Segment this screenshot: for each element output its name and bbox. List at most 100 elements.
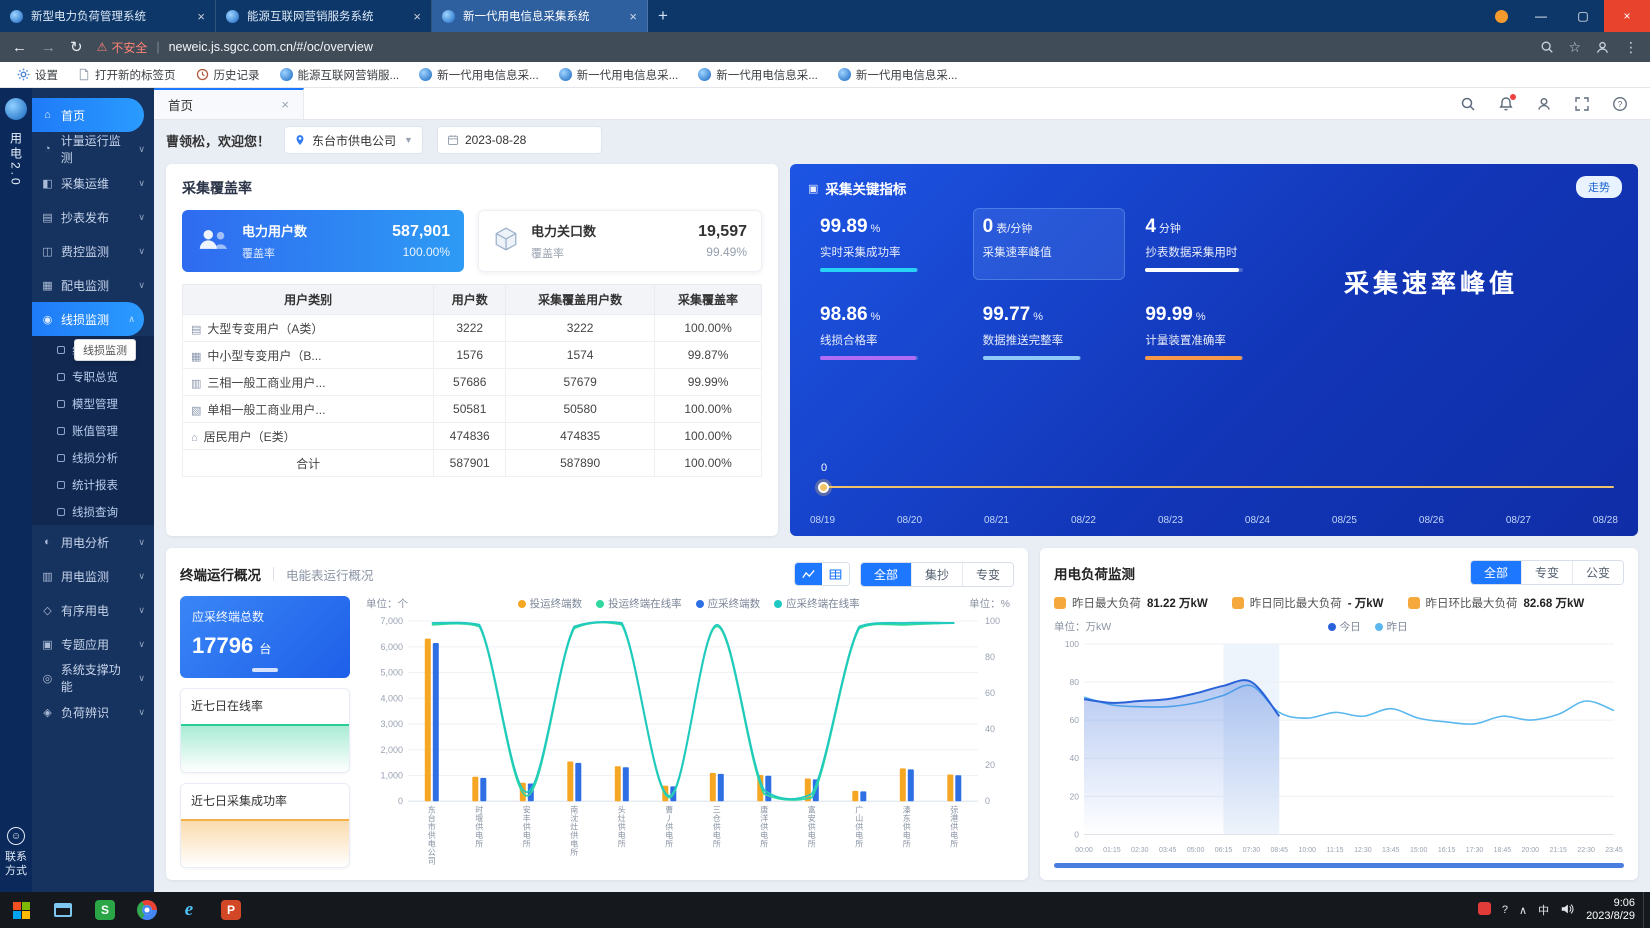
legend-item[interactable]: 投运终端数 (518, 596, 583, 611)
taskbar-app-window[interactable] (42, 892, 84, 928)
legend-item[interactable]: 投运终端在线率 (596, 596, 682, 611)
forward-button[interactable]: → (41, 39, 56, 56)
sidebar-subitem-1[interactable]: 专职总览 (32, 363, 154, 390)
taskbar-app-wps[interactable]: S (84, 892, 126, 928)
sidebar-item-11[interactable]: ◎系统支撑功能∨ (32, 661, 154, 695)
sidebar-item-10[interactable]: ▣专题应用∨ (32, 627, 154, 661)
terminal-total-card[interactable]: 应采终端总数 17796 台 (180, 596, 350, 678)
page-tab-close-icon[interactable]: × (281, 97, 289, 112)
sidebar-subitem-6[interactable]: 线损查询 (32, 498, 154, 525)
show-desktop-button[interactable] (1643, 892, 1650, 928)
trend-button[interactable]: 走势 (1576, 176, 1622, 198)
back-button[interactable]: ← (12, 39, 27, 56)
tray-item-help[interactable]: ? (1502, 904, 1508, 916)
browser-tab[interactable]: 能源互联网营销服务系统× (216, 0, 432, 32)
refresh-button[interactable]: ↻ (70, 38, 83, 56)
taskbar-app-start[interactable] (0, 892, 42, 928)
browser-tab[interactable]: 新一代用电信息采集系统× (432, 0, 648, 32)
browser-menu-icon[interactable]: ⋮ (1624, 39, 1638, 56)
sidebar-item-0[interactable]: ⌂首页 (32, 98, 144, 132)
tray-item-caret-up[interactable]: ∧ (1519, 904, 1527, 917)
sidebar-item-1[interactable]: ◔计量运行监测∨ (32, 132, 154, 166)
address-bar[interactable]: ⚠不安全 | neweic.js.sgcc.com.cn/#/oc/overvi… (97, 39, 1527, 56)
bookmark-item[interactable]: 能源互联网营销服... (271, 65, 409, 85)
bookmark-item[interactable]: 历史记录 (187, 65, 269, 85)
org-select[interactable]: 东台市供电公司 ▼ (284, 126, 423, 154)
chart-zoom-slider[interactable] (1054, 863, 1624, 868)
trend-point[interactable] (818, 482, 829, 493)
segment-专变[interactable]: 专变 (962, 563, 1013, 586)
taskbar-app-ppt[interactable]: P (210, 892, 252, 928)
tab-meter-overview[interactable]: 电能表运行概况 (286, 565, 374, 584)
success-rate-card[interactable]: 近七日采集成功率 (180, 783, 350, 868)
segment-全部[interactable]: 全部 (1471, 561, 1521, 584)
new-tab-button[interactable]: + (648, 0, 678, 32)
tray-item-ime[interactable]: 中 (1538, 902, 1549, 918)
kpi-metric[interactable]: 0表/分钟采集速率峰值 (973, 208, 1126, 280)
chart-view-button[interactable] (795, 563, 822, 585)
fullscreen-icon[interactable] (1574, 96, 1590, 112)
kpi-metric[interactable]: 99.77%数据推送完整率 (973, 296, 1126, 368)
zoom-icon[interactable] (1540, 40, 1554, 54)
segment-公变[interactable]: 公变 (1572, 561, 1623, 584)
sidebar-item-9[interactable]: ◇有序用电∨ (32, 593, 154, 627)
kpi-metric[interactable]: 4分钟抄表数据采集用时 (1135, 208, 1288, 280)
sidebar-item-5[interactable]: ▦配电监测∨ (32, 268, 154, 302)
power-gateways-card[interactable]: 电力关口数 覆盖率 19,597 99.49% (478, 210, 762, 272)
sidebar-subitem-4[interactable]: 线损分析 (32, 444, 154, 471)
page-tab-home[interactable]: 首页 × (154, 88, 304, 119)
tab-close-icon[interactable]: × (197, 9, 205, 24)
user-icon[interactable] (1536, 96, 1552, 112)
bookmark-item[interactable]: 设置 (8, 65, 67, 85)
taskbar-app-chrome[interactable] (126, 892, 168, 928)
browser-update-icon[interactable] (1495, 10, 1508, 23)
sidebar-item-2[interactable]: ◧采集运维∨ (32, 166, 154, 200)
window-close-button[interactable]: × (1604, 0, 1650, 32)
profile-avatar-icon[interactable] (1595, 40, 1610, 55)
tab-terminal-overview[interactable]: 终端运行概况 (180, 564, 261, 584)
search-icon[interactable] (1460, 96, 1476, 112)
power-users-card[interactable]: 电力用户数 覆盖率 587,901 100.00% (182, 210, 464, 272)
sidebar-item-8[interactable]: ▥用电监测∨ (32, 559, 154, 593)
sidebar-subitem-2[interactable]: 模型管理 (32, 390, 154, 417)
legend-item[interactable]: 应采终端在线率 (774, 596, 860, 611)
taskbar-app-ie[interactable]: e (168, 892, 210, 928)
sidebar-item-6[interactable]: ◉线损监测∧ (32, 302, 144, 336)
sidebar-item-7[interactable]: ◐用电分析∨ (32, 525, 154, 559)
tab-close-icon[interactable]: × (413, 9, 421, 24)
kpi-metric[interactable]: 98.86%线损合格率 (810, 296, 963, 368)
kpi-metric[interactable]: 99.99%计量装置准确率 (1135, 296, 1288, 368)
segment-全部[interactable]: 全部 (861, 563, 911, 586)
notification-bell-icon[interactable] (1498, 96, 1514, 112)
bookmark-item[interactable]: 新一代用电信息采... (689, 65, 827, 85)
sidebar-item-4[interactable]: ◫费控监测∨ (32, 234, 154, 268)
contact-block[interactable]: ☺ 联系方式 (4, 827, 28, 878)
legend-item[interactable]: 今日 (1328, 619, 1361, 634)
tab-close-icon[interactable]: × (629, 9, 637, 24)
sidebar-subitem-3[interactable]: 账值管理 (32, 417, 154, 444)
tray-item-red-app[interactable] (1478, 902, 1491, 918)
bookmark-item[interactable]: 新一代用电信息采... (550, 65, 688, 85)
kpi-metric[interactable]: 99.89%实时采集成功率 (810, 208, 963, 280)
window-minimize-button[interactable]: — (1520, 0, 1562, 32)
sidebar-subitem-0[interactable]: 线损总览线损监测 (32, 336, 154, 363)
tray-item-volume[interactable] (1560, 902, 1574, 919)
help-icon[interactable]: ? (1612, 96, 1628, 112)
date-picker[interactable]: 2023-08-28 (437, 126, 602, 154)
sidebar-item-3[interactable]: ▤抄表发布∨ (32, 200, 154, 234)
bookmark-item[interactable]: 新一代用电信息采... (829, 65, 967, 85)
bookmark-item[interactable]: 新一代用电信息采... (410, 65, 548, 85)
online-rate-card[interactable]: 近七日在线率 (180, 688, 350, 773)
segment-集抄[interactable]: 集抄 (911, 563, 962, 586)
legend-item[interactable]: 昨日 (1375, 619, 1408, 634)
table-view-button[interactable] (822, 563, 849, 585)
window-maximize-button[interactable]: ▢ (1562, 0, 1604, 32)
sidebar-subitem-5[interactable]: 统计报表 (32, 471, 154, 498)
browser-tab[interactable]: 新型电力负荷管理系统× (0, 0, 216, 32)
segment-专变[interactable]: 专变 (1521, 561, 1572, 584)
security-warning[interactable]: ⚠不安全 (97, 39, 148, 56)
sidebar-item-12[interactable]: ◈负荷辨识∨ (32, 695, 154, 729)
bookmark-star-icon[interactable]: ☆ (1568, 39, 1581, 56)
bookmark-item[interactable]: 打开新的标签页 (69, 65, 185, 85)
taskbar-clock[interactable]: 9:06 2023/8/29 (1578, 897, 1643, 923)
